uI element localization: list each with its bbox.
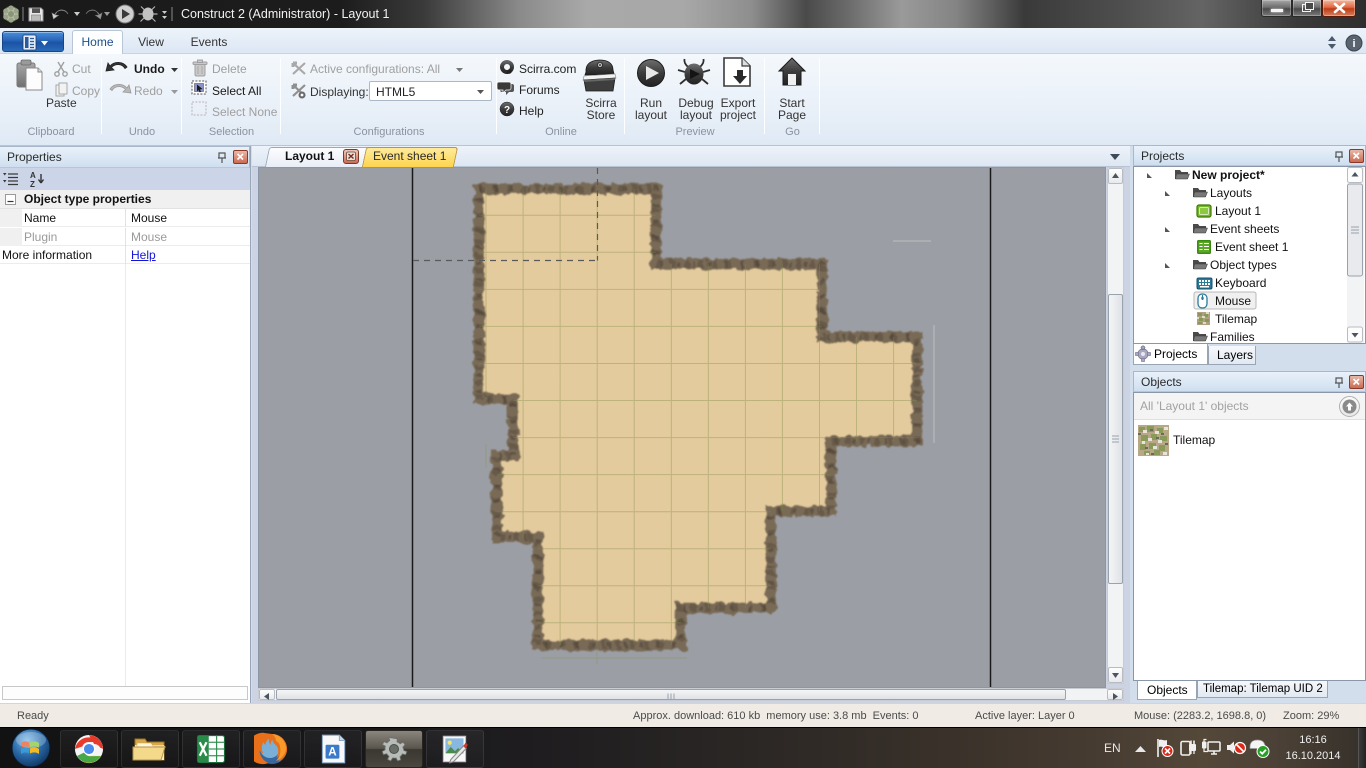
- svg-text:?: ?: [504, 105, 510, 116]
- svg-text:Keyboard: Keyboard: [1215, 276, 1266, 290]
- svg-text:Layouts: Layouts: [1210, 186, 1252, 200]
- svg-text:New project*: New project*: [1192, 168, 1265, 182]
- svg-text:Families: Families: [1210, 330, 1255, 343]
- svg-text:Event sheets: Event sheets: [1210, 222, 1279, 236]
- svg-text:A: A: [30, 171, 36, 180]
- svg-text:Layout 1: Layout 1: [1215, 204, 1261, 218]
- svg-text:i: i: [1352, 38, 1355, 50]
- svg-text:Tilemap: Tilemap: [1215, 312, 1258, 326]
- svg-text:A: A: [328, 745, 337, 758]
- svg-text:Object types: Object types: [1210, 258, 1277, 272]
- svg-text:Construct 2 (Administrator) -: Construct 2 (Administrator) - Layout 1: [181, 7, 389, 21]
- svg-text:Mouse: Mouse: [1215, 294, 1251, 308]
- svg-text:Z: Z: [30, 180, 35, 189]
- svg-text:Event sheet 1: Event sheet 1: [1215, 240, 1289, 254]
